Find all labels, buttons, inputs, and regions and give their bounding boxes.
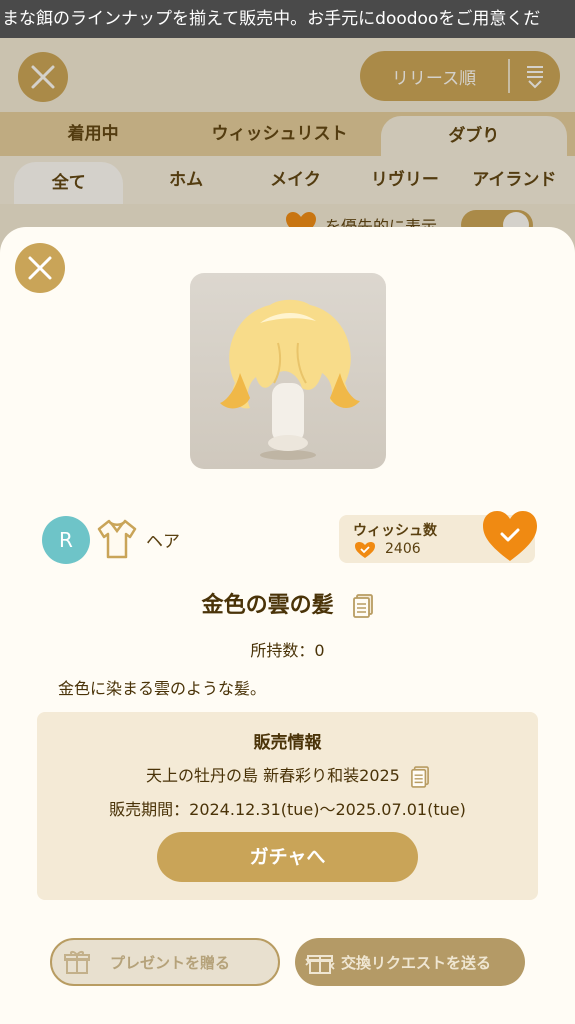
exchange-gift-icon [305, 955, 335, 974]
gift-icon [64, 951, 90, 974]
gacha-button[interactable]: ガチャへ [157, 832, 418, 882]
document-icon[interactable] [411, 765, 429, 788]
item-description: 金色に染まる雲のような髪。 [58, 679, 267, 698]
item-image [190, 273, 386, 469]
exchange-label: 交換リクエストを送る [341, 953, 492, 972]
rarity-badge: R [42, 516, 90, 564]
hair-illustration [220, 299, 360, 460]
owned-count: 所持数：0 [250, 641, 325, 660]
present-label: プレゼントを贈る [110, 953, 231, 972]
exchange-request-button[interactable]: 交換リクエストを送る [295, 938, 525, 986]
close-icon [28, 256, 52, 280]
heart-check-icon [355, 542, 375, 558]
present-button[interactable]: プレゼントを贈る [50, 938, 280, 986]
announcement-marquee: まな餌のラインナップを揃えて販売中。お手元にdoodooをご用意くだ [0, 0, 575, 38]
marquee-text: まな餌のラインナップを揃えて販売中。お手元にdoodooをご用意くだ [2, 9, 541, 29]
sale-event: 天上の牡丹の島 新春彩り和装2025 [146, 766, 400, 785]
category-label: ヘア [146, 532, 180, 552]
document-icon[interactable] [353, 594, 374, 618]
item-detail-sheet: R ヘア ウィッシュ数 2406 金色の雲の髪 所持数：0 金色に染まる雲のよう… [0, 227, 575, 1024]
wishlist-heart-button[interactable] [481, 509, 539, 563]
item-name: 金色の雲の髪 [201, 593, 334, 618]
wish-count: 2406 [385, 541, 421, 557]
sale-period: 販売期間：2024.12.31(tue)〜2025.07.01(tue) [109, 800, 466, 819]
item-name-row: 金色の雲の髪 [0, 587, 575, 619]
shirt-icon [97, 519, 137, 559]
sale-info-box: 販売情報 天上の牡丹の島 新春彩り和装2025 販売期間：2024.12.31(… [37, 712, 538, 900]
sale-event-row: 天上の牡丹の島 新春彩り和装2025 [37, 762, 538, 788]
sale-title: 販売情報 [253, 733, 322, 753]
sheet-close-button[interactable] [15, 243, 65, 293]
wish-label: ウィッシュ数 [353, 523, 437, 539]
